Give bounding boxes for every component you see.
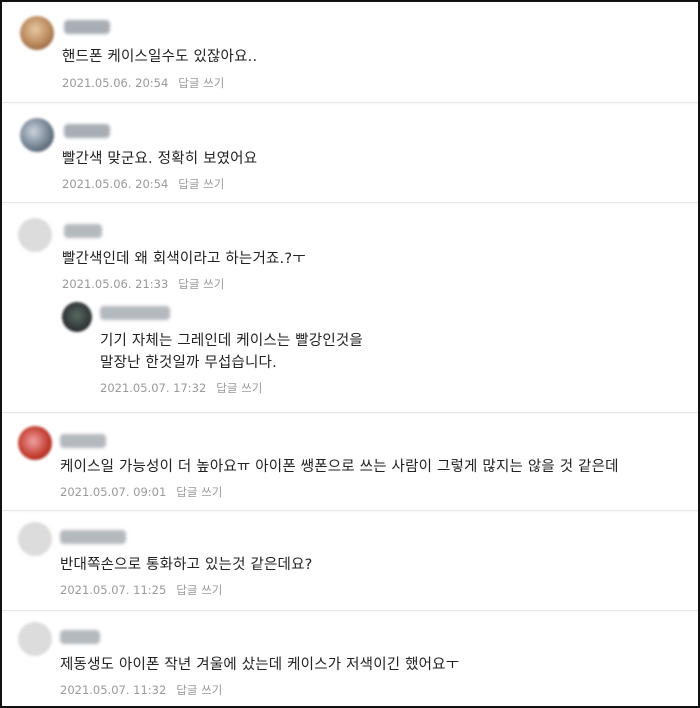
comment-meta: 2021.05.07. 11:32 답글 쓰기 [60,682,222,698]
comment-date: 2021.05.07. 09:01 [60,485,167,499]
comment-text: 케이스일 가능성이 더 높아요ㅠ 아이폰 쌩폰으로 쓰는 사람이 그렇게 많지는… [60,459,619,475]
comment-date: 2021.05.06. 21:33 [62,277,169,291]
comment-meta: 2021.05.06. 20:54 답글 쓰기 [62,75,224,91]
avatar[interactable] [18,426,52,460]
avatar[interactable] [18,522,52,556]
comment-meta: 2021.05.07. 09:01 답글 쓰기 [60,484,222,500]
divider [2,412,698,413]
reply-button[interactable]: 답글 쓰기 [176,485,222,499]
avatar[interactable] [18,218,52,252]
divider [2,510,698,511]
comment-text: 빨간색인데 왜 회색이라고 하는거죠.?ㅜ [62,251,306,267]
nickname-blurred[interactable] [60,630,100,644]
reply-button[interactable]: 답글 쓰기 [216,381,262,395]
avatar[interactable] [62,302,92,332]
comment-meta: 2021.05.07. 11:25 답글 쓰기 [60,582,222,598]
divider [2,202,698,203]
comment-text: 핸드폰 케이스일수도 있잖아요.. [62,49,258,65]
comment-meta: 2021.05.06. 20:54 답글 쓰기 [62,176,224,192]
avatar[interactable] [18,622,52,656]
divider [2,102,698,103]
reply-date: 2021.05.07. 17:32 [100,381,207,395]
reply-button[interactable]: 답글 쓰기 [176,683,222,697]
nickname-blurred[interactable] [60,434,106,448]
nickname-blurred[interactable] [64,20,110,34]
reply-meta: 2021.05.07. 17:32 답글 쓰기 [100,380,262,396]
comment-date: 2021.05.07. 11:32 [60,683,167,697]
avatar[interactable] [20,16,54,50]
nickname-blurred[interactable] [64,224,102,238]
nickname-blurred[interactable] [60,530,126,544]
nickname-blurred[interactable] [100,306,170,320]
nickname-blurred[interactable] [64,124,110,138]
reply-button[interactable]: 답글 쓰기 [178,277,224,291]
comment-date: 2021.05.06. 20:54 [62,76,169,90]
comment-meta: 2021.05.06. 21:33 답글 쓰기 [62,276,224,292]
divider [2,610,698,611]
reply-button[interactable]: 답글 쓰기 [178,76,224,90]
reply-text-line-2: 말장난 한것일까 무섭습니다. [100,355,277,371]
comment-text: 빨간색 맞군요. 정확히 보였어요 [62,151,258,167]
reply-button[interactable]: 답글 쓰기 [176,583,222,597]
comment-date: 2021.05.06. 20:54 [62,177,169,191]
comment-text: 제동생도 아이폰 작년 겨울에 샀는데 케이스가 저색이긴 했어요ㅜ [60,657,460,673]
comment-date: 2021.05.07. 11:25 [60,583,167,597]
comment-section: 핸드폰 케이스일수도 있잖아요.. 2021.05.06. 20:54 답글 쓰기… [0,0,700,708]
reply-button[interactable]: 답글 쓰기 [178,177,224,191]
reply-text-line-1: 기기 자체는 그레인데 케이스는 빨강인것을 [100,333,363,349]
avatar[interactable] [20,118,54,152]
comment-text: 반대쪽손으로 통화하고 있는것 같은데요? [60,557,313,573]
